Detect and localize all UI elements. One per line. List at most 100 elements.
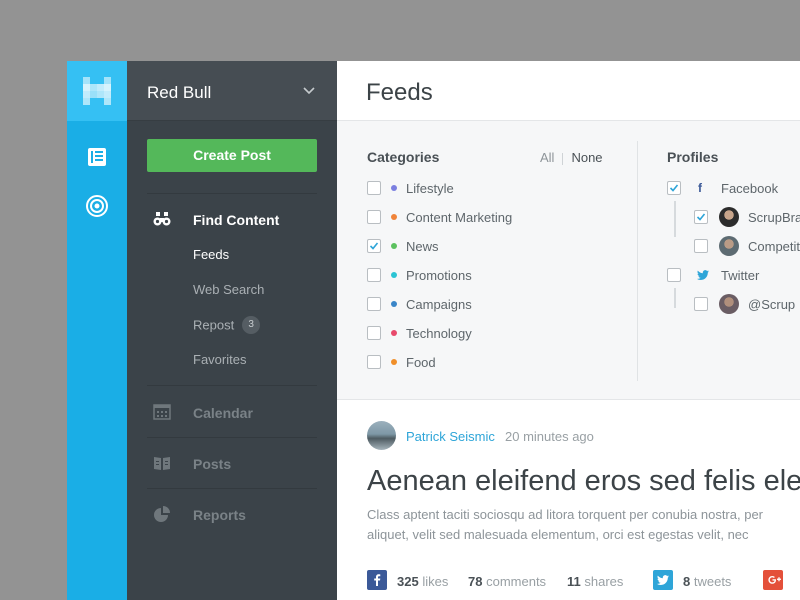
comments-stat: 78 comments [468, 574, 547, 589]
profile-checkbox[interactable] [694, 239, 708, 253]
profile-label: Twitter [721, 268, 760, 283]
category-checkbox[interactable] [367, 326, 381, 340]
sidebar-item-posts[interactable]: Posts [147, 448, 327, 478]
profile-row-competitor[interactable]: Competitor [694, 236, 800, 256]
sidebar-item-find-content[interactable]: Find Content [147, 204, 327, 234]
profiles-title: Profiles [667, 149, 719, 165]
category-checkbox[interactable] [367, 297, 381, 311]
sidebar-subitem-feeds[interactable]: Feeds [193, 247, 229, 262]
tweets-stat: 8 tweets [683, 574, 732, 589]
author-avatar [367, 421, 396, 450]
profile-label: Competitor [748, 239, 800, 254]
main-content: Feeds Categories All None Lifestyle Conte… [337, 61, 800, 600]
categories-title: Categories [367, 149, 440, 165]
profile-row-scrup-twitter[interactable]: @Scrup [694, 294, 800, 314]
book-icon [154, 457, 170, 470]
sidebar-subitem-repost[interactable]: Repost 3 [193, 316, 261, 335]
sidebar-subitem-web-search[interactable]: Web Search [193, 282, 264, 297]
category-color-dot [391, 359, 397, 365]
author-name-link[interactable]: Patrick Seismic [406, 429, 495, 444]
google-plus-icon[interactable] [763, 570, 783, 590]
facebook-icon[interactable] [367, 570, 387, 590]
post-timestamp: 20 minutes ago [505, 429, 594, 444]
profile-avatar [719, 207, 739, 227]
post-body: Class aptent taciti sociosqu ad litora t… [367, 505, 800, 545]
category-label: Food [406, 355, 436, 370]
app-logo[interactable] [67, 61, 127, 121]
top-bar: Feeds [337, 61, 800, 121]
post-title[interactable]: Aenean eleifend eros sed felis eleifend [367, 465, 800, 498]
profile-label: Facebook [721, 181, 779, 196]
checkmark-icon [369, 242, 379, 250]
category-checkbox[interactable] [367, 268, 381, 282]
profile-row-scrupbrand[interactable]: ScrupBrand [694, 207, 800, 227]
category-color-dot [391, 272, 397, 278]
sidebar: Red Bull Create Post Find Content Feeds … [127, 61, 337, 600]
sidebar-item-calendar[interactable]: Calendar [147, 397, 327, 427]
profile-row-twitter[interactable]: Twitter [667, 268, 800, 284]
sidebar-subitem-label: Repost [193, 317, 235, 333]
app-window: Red Bull Create Post Find Content Feeds … [67, 61, 800, 600]
select-all-link[interactable]: All [540, 150, 554, 165]
category-color-dot [391, 185, 397, 191]
page-title: Feeds [366, 79, 433, 106]
brand-switcher[interactable]: Red Bull [127, 61, 337, 121]
brand-name: Red Bull [147, 83, 212, 102]
category-checkbox[interactable] [367, 355, 381, 369]
tree-connector [674, 201, 676, 237]
binoculars-icon [153, 212, 171, 226]
category-checkbox-checked[interactable] [367, 239, 381, 253]
category-checkbox[interactable] [367, 181, 381, 195]
post-body-line: aliquet, velit sed malesuada elementum, … [367, 527, 749, 542]
divider [562, 152, 564, 165]
profile-label: ScrupBrand [748, 210, 800, 225]
sidebar-item-label: Posts [193, 456, 232, 472]
divider [147, 488, 317, 489]
calendar-icon [153, 404, 171, 420]
feeds-newspaper-icon[interactable] [85, 145, 109, 169]
profile-checkbox-checked[interactable] [667, 181, 681, 195]
profile-row-facebook[interactable]: f Facebook [667, 181, 800, 197]
category-label: Campaigns [406, 297, 472, 312]
category-label: Content Marketing [406, 210, 513, 225]
category-label: Technology [406, 326, 472, 341]
all-none-toggle: All None [540, 150, 603, 165]
sidebar-item-label: Find Content [193, 212, 280, 228]
profile-checkbox[interactable] [667, 268, 681, 282]
likes-stat: 325 likes [397, 574, 449, 589]
select-none-link[interactable]: None [571, 150, 602, 165]
profile-label: @Scrup [748, 297, 796, 312]
feed-post: Patrick Seismic 20 minutes ago Aenean el… [337, 401, 800, 600]
divider [147, 437, 317, 438]
column-divider [637, 141, 638, 381]
shares-stat: 11 shares [567, 574, 624, 589]
sidebar-subitem-favorites[interactable]: Favorites [193, 352, 246, 367]
target-icon[interactable] [85, 194, 109, 218]
category-color-dot [391, 301, 397, 307]
category-color-dot [391, 243, 397, 249]
create-post-button[interactable]: Create Post [147, 139, 317, 172]
category-checkbox[interactable] [367, 210, 381, 224]
sidebar-item-reports[interactable]: Reports [147, 499, 327, 529]
category-label: Lifestyle [406, 181, 454, 196]
twitter-icon[interactable] [653, 570, 673, 590]
category-color-dot [391, 214, 397, 220]
app-rail [67, 61, 127, 600]
sidebar-item-label: Reports [193, 507, 246, 523]
logo-pixel-h-icon [83, 77, 111, 105]
checkmark-icon [669, 184, 679, 192]
category-color-dot [391, 330, 397, 336]
profile-avatar [719, 294, 739, 314]
category-label: Promotions [406, 268, 472, 283]
sidebar-item-label: Calendar [193, 405, 253, 421]
checkmark-icon [696, 213, 706, 221]
pie-chart-icon [154, 506, 170, 522]
tree-connector [674, 288, 676, 308]
profile-checkbox[interactable] [694, 297, 708, 311]
post-body-line: Class aptent taciti sociosqu ad litora t… [367, 507, 764, 522]
profile-avatar [719, 236, 739, 256]
divider [147, 193, 317, 194]
profile-checkbox-checked[interactable] [694, 210, 708, 224]
category-label: News [406, 239, 439, 254]
repost-count-badge: 3 [242, 316, 261, 334]
